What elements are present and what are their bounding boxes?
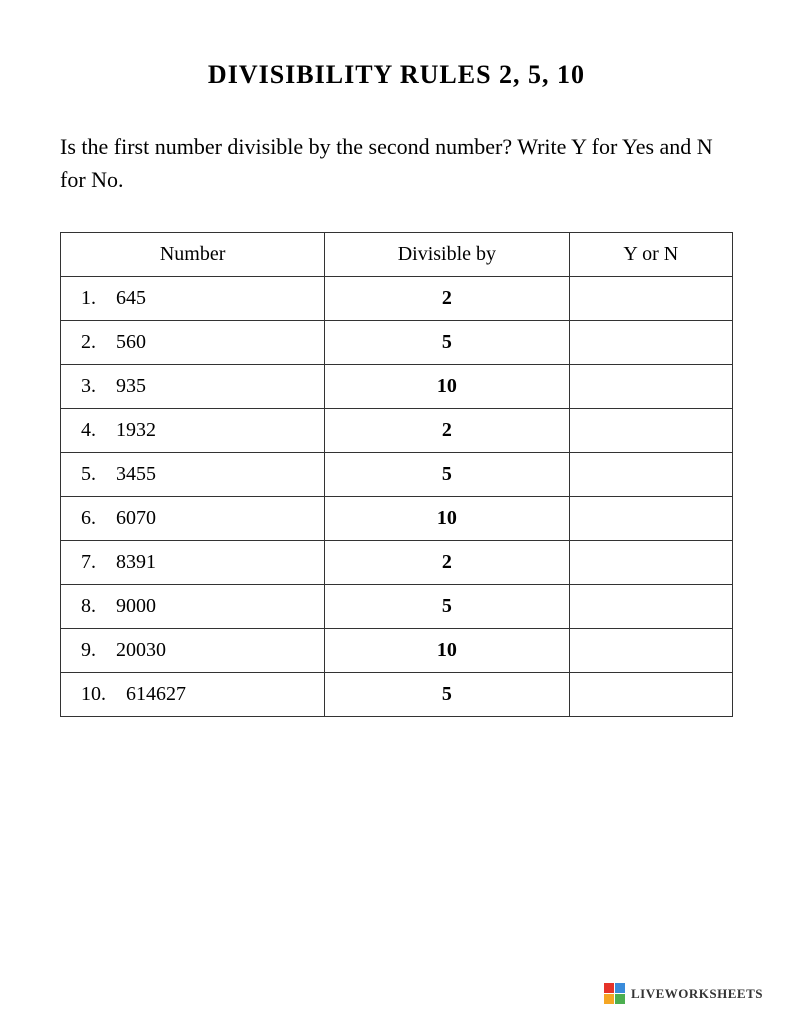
page-title: DIVISIBILITY RULES 2, 5, 10 — [60, 60, 733, 90]
cell-answer[interactable] — [569, 497, 732, 541]
cell-answer[interactable] — [569, 673, 732, 717]
table-row: 3. 93510 — [61, 365, 733, 409]
col-header-y-or-n: Y or N — [569, 233, 732, 277]
logo-cell-orange — [604, 994, 614, 1004]
table-header-row: Number Divisible by Y or N — [61, 233, 733, 277]
cell-answer[interactable] — [569, 277, 732, 321]
col-header-number: Number — [61, 233, 325, 277]
logo-icon — [604, 983, 625, 1004]
cell-number: 6. 6070 — [61, 497, 325, 541]
cell-number: 5. 3455 — [61, 453, 325, 497]
cell-divisible-by: 5 — [325, 673, 569, 717]
cell-divisible-by: 2 — [325, 409, 569, 453]
cell-number: 2. 560 — [61, 321, 325, 365]
page: DIVISIBILITY RULES 2, 5, 10 Is the first… — [0, 0, 793, 1024]
cell-divisible-by: 10 — [325, 629, 569, 673]
cell-divisible-by: 2 — [325, 277, 569, 321]
table-row: 6. 607010 — [61, 497, 733, 541]
cell-number: 1. 645 — [61, 277, 325, 321]
cell-number: 3. 935 — [61, 365, 325, 409]
col-header-divisible-by: Divisible by — [325, 233, 569, 277]
logo-cell-blue — [615, 983, 625, 993]
table-row: 5. 34555 — [61, 453, 733, 497]
table-row: 2. 5605 — [61, 321, 733, 365]
cell-divisible-by: 5 — [325, 321, 569, 365]
table-row: 9. 2003010 — [61, 629, 733, 673]
cell-number: 4. 1932 — [61, 409, 325, 453]
cell-number: 8. 9000 — [61, 585, 325, 629]
cell-divisible-by: 5 — [325, 453, 569, 497]
logo-text: LIVEWORKSHEETS — [631, 986, 763, 1002]
cell-answer[interactable] — [569, 585, 732, 629]
cell-divisible-by: 10 — [325, 365, 569, 409]
cell-divisible-by: 5 — [325, 585, 569, 629]
cell-answer[interactable] — [569, 365, 732, 409]
table-row: 7. 83912 — [61, 541, 733, 585]
logo-cell-red — [604, 983, 614, 993]
cell-divisible-by: 2 — [325, 541, 569, 585]
logo-cell-green — [615, 994, 625, 1004]
instructions-text: Is the first number divisible by the sec… — [60, 130, 733, 196]
table-row: 1. 6452 — [61, 277, 733, 321]
cell-answer[interactable] — [569, 453, 732, 497]
table-row: 8. 90005 — [61, 585, 733, 629]
cell-number: 7. 8391 — [61, 541, 325, 585]
cell-answer[interactable] — [569, 629, 732, 673]
cell-answer[interactable] — [569, 541, 732, 585]
cell-answer[interactable] — [569, 321, 732, 365]
cell-number: 9. 20030 — [61, 629, 325, 673]
table-row: 10. 6146275 — [61, 673, 733, 717]
table-row: 4. 19322 — [61, 409, 733, 453]
logo-area: LIVEWORKSHEETS — [604, 983, 763, 1004]
divisibility-table: Number Divisible by Y or N 1. 64522. 560… — [60, 232, 733, 717]
cell-divisible-by: 10 — [325, 497, 569, 541]
cell-number: 10. 614627 — [61, 673, 325, 717]
cell-answer[interactable] — [569, 409, 732, 453]
